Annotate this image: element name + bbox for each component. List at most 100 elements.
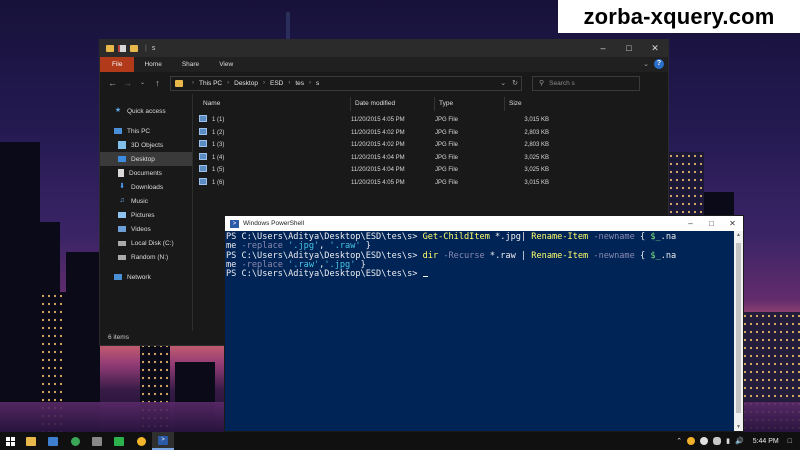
file-date: 11/20/2015 4:02 PM [351, 129, 405, 136]
item-count: 6 items [108, 334, 129, 341]
taskbar-file-explorer[interactable] [20, 432, 42, 450]
powershell-icon: > [158, 435, 168, 445]
forward-button[interactable]: → [121, 77, 134, 90]
volume-icon[interactable]: 🔊 [735, 437, 744, 445]
search-box[interactable]: ⚲ [532, 75, 640, 91]
breadcrumb-this-pc[interactable]: This PC [199, 80, 222, 87]
image-file-icon [199, 165, 207, 172]
desktop-icon [118, 156, 126, 162]
console-scrollbar[interactable]: ▲ ▼ [734, 231, 743, 431]
explorer-titlebar[interactable]: | s – □ ✕ [100, 40, 668, 57]
search-input[interactable] [549, 79, 636, 87]
sidebar-item-pictures[interactable]: Pictures [100, 208, 192, 222]
sidebar-item-this-pc[interactable]: This PC [100, 124, 192, 138]
breadcrumb-desktop[interactable]: Desktop [234, 80, 258, 87]
clock[interactable]: 5:44 PM [753, 438, 779, 445]
computer-icon [114, 128, 122, 134]
breadcrumb-tes[interactable]: tes [295, 80, 304, 87]
column-header-type[interactable]: Type [435, 97, 505, 111]
sidebar-item-random-drive[interactable]: Random (N:) [100, 250, 192, 264]
photos-icon [48, 436, 58, 446]
star-icon: ★ [114, 107, 122, 114]
minimize-button[interactable]: – [680, 216, 701, 231]
column-header-date[interactable]: Date modified [351, 97, 435, 111]
tab-view[interactable]: View [209, 57, 243, 72]
taskbar-photos[interactable] [42, 432, 64, 450]
network-icon[interactable]: ▮ [726, 437, 730, 445]
settings-icon [136, 436, 146, 446]
close-button[interactable]: ✕ [642, 40, 668, 57]
sidebar-item-videos[interactable]: Videos [100, 222, 192, 236]
taskbar-settings[interactable] [130, 432, 152, 450]
download-icon: ⬇ [119, 183, 125, 190]
address-bar[interactable]: › This PC › Desktop › ESD › tes › s ⌄ ↻ [170, 75, 522, 91]
document-icon [118, 169, 124, 177]
sidebar-item-quick-access[interactable]: ★ Quick access [100, 104, 192, 118]
sync-icon[interactable] [700, 437, 709, 445]
scrollbar-thumb[interactable] [736, 243, 741, 413]
up-button[interactable]: ↑ [151, 77, 164, 90]
sidebar-item-label: Network [127, 273, 151, 281]
sidebar-item-label: Desktop [131, 155, 155, 163]
taskbar-calculator[interactable] [86, 432, 108, 450]
help-icon[interactable]: ? [654, 59, 664, 69]
image-file-icon [199, 177, 207, 185]
file-row[interactable]: 1 (4) 11/20/2015 4:04 PM JPG File 3,025 … [199, 152, 668, 165]
sidebar-item-network[interactable]: Network [100, 270, 192, 284]
scroll-down-icon[interactable]: ▼ [734, 424, 743, 430]
taskbar-chat[interactable] [108, 432, 130, 450]
column-header-name[interactable]: Name [199, 97, 351, 111]
tab-home[interactable]: Home [134, 57, 171, 72]
cloud-icon[interactable] [713, 437, 722, 445]
console-output[interactable]: PS C:\Users\Aditya\Desktop\ESD\tes\s> Ge… [225, 231, 743, 431]
file-type: JPG File [435, 154, 459, 161]
column-header-size[interactable]: Size [505, 97, 553, 111]
sidebar-item-label: Pictures [131, 211, 155, 219]
folder-icon [106, 45, 114, 52]
powershell-titlebar[interactable]: > Windows PowerShell – □ ✕ [225, 216, 743, 231]
image-file-icon [199, 152, 207, 160]
taskbar-powershell[interactable]: > [152, 432, 174, 450]
notifications-icon[interactable]: □ [788, 438, 792, 445]
powershell-window[interactable]: > Windows PowerShell – □ ✕ PS C:\Users\A… [224, 215, 744, 432]
breadcrumb-s[interactable]: s [316, 80, 319, 87]
scroll-up-icon[interactable]: ▲ [734, 232, 743, 238]
sidebar-item-desktop[interactable]: Desktop [100, 152, 192, 166]
file-date: 11/20/2015 4:05 PM [351, 117, 405, 123]
expand-ribbon-icon[interactable]: ⌄ [643, 60, 649, 68]
sidebar-item-local-disk[interactable]: Local Disk (C:) [100, 236, 192, 250]
file-name: 1 (2) [212, 129, 225, 136]
recent-locations-button[interactable]: ⌄ [136, 77, 149, 90]
properties-icon[interactable] [118, 45, 126, 52]
sidebar-item-music[interactable]: ♫ Music [100, 194, 192, 208]
sidebar-item-documents[interactable]: Documents [100, 166, 192, 180]
breadcrumb-esd[interactable]: ESD [270, 80, 283, 87]
file-row[interactable]: 1 (1) 11/20/2015 4:05 PM JPG File 3,015 … [199, 114, 668, 127]
app-tray-icon[interactable] [687, 437, 696, 445]
back-button[interactable]: ← [106, 77, 119, 90]
refresh-icon[interactable]: ↻ [512, 79, 518, 87]
chrome-icon [70, 436, 80, 446]
file-row[interactable]: 1 (3) 11/20/2015 4:02 PM JPG File 2,803 … [199, 139, 668, 152]
tab-file[interactable]: File [100, 57, 135, 72]
chat-icon [114, 436, 124, 446]
file-row[interactable]: 1 (6) 11/20/2015 4:05 PM JPG File 3,015 … [199, 177, 668, 190]
tab-share[interactable]: Share [172, 57, 209, 72]
start-button[interactable] [0, 432, 20, 450]
chevron-down-icon[interactable]: ⌄ [500, 79, 506, 87]
new-folder-icon[interactable] [130, 45, 138, 52]
chevron-right-icon: › [192, 80, 194, 86]
sidebar-item-3d-objects[interactable]: 3D Objects [100, 138, 192, 152]
file-row[interactable]: 1 (5) 11/20/2015 4:04 PM JPG File 3,025 … [199, 164, 668, 177]
chevron-right-icon: › [309, 80, 312, 86]
file-row[interactable]: 1 (2) 11/20/2015 4:02 PM JPG File 2,803 … [199, 127, 668, 140]
sidebar-item-downloads[interactable]: ⬇ Downloads [100, 180, 192, 194]
maximize-button[interactable]: □ [701, 216, 722, 231]
chevron-up-icon[interactable]: ⌃ [676, 437, 682, 445]
chevron-right-icon: › [227, 80, 230, 86]
maximize-button[interactable]: □ [616, 40, 642, 57]
close-button[interactable]: ✕ [722, 216, 743, 231]
minimize-button[interactable]: – [590, 40, 616, 57]
taskbar-chrome[interactable] [64, 432, 86, 450]
file-date: 11/20/2015 4:04 PM [351, 167, 405, 173]
